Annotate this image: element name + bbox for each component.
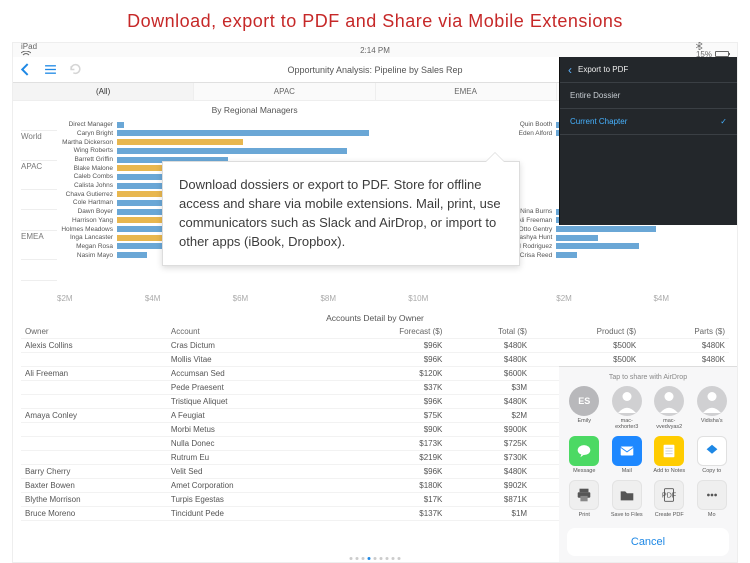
bar-label: Eden Alford bbox=[498, 130, 556, 137]
action-name: Save to Files bbox=[611, 512, 643, 518]
check-icon: ✓ bbox=[720, 117, 727, 126]
table-title: Accounts Detail by Owner bbox=[21, 311, 729, 325]
share-app[interactable]: Mail bbox=[610, 436, 645, 474]
share-action[interactable]: Save to Files bbox=[610, 480, 645, 518]
table-row[interactable]: Alexis CollinsCras Dictum$96K$480K$500K$… bbox=[21, 339, 729, 353]
app-icon bbox=[697, 436, 727, 466]
device-label: iPad bbox=[21, 42, 39, 58]
share-action[interactable]: Print bbox=[567, 480, 602, 518]
avatar bbox=[654, 386, 684, 416]
bar-label: Martha Dickerson bbox=[57, 139, 117, 146]
popover-back-icon[interactable]: ‹ bbox=[568, 63, 572, 77]
action-icon bbox=[569, 480, 599, 510]
undo-icon[interactable] bbox=[69, 63, 82, 76]
clock: 2:14 PM bbox=[360, 46, 390, 55]
tab-emea[interactable]: EMEA bbox=[376, 83, 557, 100]
toc-icon[interactable] bbox=[44, 63, 57, 76]
svg-text:PDF: PDF bbox=[662, 491, 677, 500]
popover-title: Export to PDF bbox=[578, 65, 628, 74]
bar-label: Quin Booth bbox=[498, 121, 556, 128]
bar-label: Calista Johns bbox=[57, 182, 117, 189]
app-name: Mail bbox=[622, 468, 632, 474]
share-app[interactable]: Message bbox=[567, 436, 602, 474]
contact-name: mac-vvedvyas2 bbox=[652, 418, 687, 430]
bar-row: Otto Gentry bbox=[498, 225, 729, 233]
app-name: Message bbox=[573, 468, 595, 474]
page-title: Opportunity Analysis: Pipeline by Sales … bbox=[287, 65, 462, 75]
battery-status: 15% bbox=[696, 42, 729, 59]
share-app[interactable]: Add to Notes bbox=[652, 436, 687, 474]
action-name: Create PDF bbox=[655, 512, 684, 518]
ipad-frame: iPad 2:14 PM 15% Opportunity Analysis: P… bbox=[12, 42, 738, 563]
contact-name: Emily bbox=[578, 418, 591, 424]
bar-label: Megan Rosa bbox=[57, 243, 117, 250]
bar-label: Inga Lancaster bbox=[57, 234, 117, 241]
bar-row: Direct Manager bbox=[57, 121, 488, 129]
contact-name: Vidisha's bbox=[701, 418, 723, 424]
row-group-labels: World APAC EMEA bbox=[21, 121, 57, 291]
table-row[interactable]: Mollis Vitae$96K$480K$500K$480K bbox=[21, 353, 729, 367]
bar-label: Blake Malone bbox=[57, 165, 117, 172]
action-icon bbox=[697, 480, 727, 510]
action-name: Print bbox=[579, 512, 590, 518]
feature-tooltip: Download dossiers or export to PDF. Stor… bbox=[162, 161, 520, 266]
bar-label: Caryn Bright bbox=[57, 130, 117, 137]
avatar bbox=[612, 386, 642, 416]
bar-label: Holmes Meadows bbox=[57, 226, 117, 233]
page-dots[interactable] bbox=[350, 557, 401, 560]
share-sheet: Tap to share with AirDrop ES Emily mac-exh… bbox=[559, 366, 737, 562]
airdrop-contact[interactable]: Vidisha's bbox=[695, 386, 730, 430]
export-current[interactable]: Current Chapter ✓ bbox=[560, 109, 737, 135]
app-icon bbox=[612, 436, 642, 466]
action-icon: PDF bbox=[654, 480, 684, 510]
bar-label: Direct Manager bbox=[57, 121, 117, 128]
bar-row: Crisa Reed bbox=[498, 251, 729, 259]
airdrop-caption: Tap to share with AirDrop bbox=[559, 371, 737, 386]
avatar bbox=[697, 386, 727, 416]
bar-row: Martha Dickerson bbox=[57, 138, 488, 146]
app-name: Add to Notes bbox=[653, 468, 685, 474]
bar-label: Wing Roberts bbox=[57, 147, 117, 154]
statusbar: iPad 2:14 PM 15% bbox=[13, 43, 737, 57]
bar-label: Barrett Griffin bbox=[57, 156, 117, 163]
contact-name: mac-exhorter3 bbox=[610, 418, 645, 430]
bar-label: Dawn Boyer bbox=[57, 208, 117, 215]
airdrop-contact[interactable]: mac-exhorter3 bbox=[610, 386, 645, 430]
tab-apac[interactable]: APAC bbox=[194, 83, 375, 100]
bar-row: Wing Roberts bbox=[57, 147, 488, 155]
action-name: Mo bbox=[708, 512, 716, 518]
cancel-button[interactable]: Cancel bbox=[567, 528, 729, 556]
avatar: ES bbox=[569, 386, 599, 416]
bar-label: Chava Gutierrez bbox=[57, 191, 117, 198]
chart-title: By Regional Managers bbox=[21, 105, 488, 117]
app-icon bbox=[569, 436, 599, 466]
bar-label: Harrison Yang bbox=[57, 217, 117, 224]
bar-label: Caleb Combs bbox=[57, 173, 117, 180]
app-icon bbox=[654, 436, 684, 466]
bar-row: Caryn Bright bbox=[57, 130, 488, 138]
export-popover: ‹ Export to PDF Entire Dossier Current C… bbox=[559, 57, 737, 225]
bar-row: Tashya Hunt bbox=[498, 234, 729, 242]
share-action[interactable]: Mo bbox=[695, 480, 730, 518]
tab-all[interactable]: (All) bbox=[13, 83, 194, 100]
airdrop-contact[interactable]: ES Emily bbox=[567, 386, 602, 430]
bluetooth-icon bbox=[696, 42, 704, 50]
share-app[interactable]: Copy to bbox=[695, 436, 730, 474]
airdrop-contact[interactable]: mac-vvedvyas2 bbox=[652, 386, 687, 430]
bar-label: Cole Hartman bbox=[57, 199, 117, 206]
app-name: Copy to bbox=[702, 468, 721, 474]
export-entire[interactable]: Entire Dossier bbox=[560, 83, 737, 109]
back-icon[interactable] bbox=[19, 63, 32, 76]
share-action[interactable]: PDF Create PDF bbox=[652, 480, 687, 518]
bar-row: Rafael Rodriguez bbox=[498, 243, 729, 251]
action-icon bbox=[612, 480, 642, 510]
promo-heading: Download, export to PDF and Share via Mo… bbox=[0, 0, 750, 42]
bar-label: Nasim Mayo bbox=[57, 252, 117, 259]
